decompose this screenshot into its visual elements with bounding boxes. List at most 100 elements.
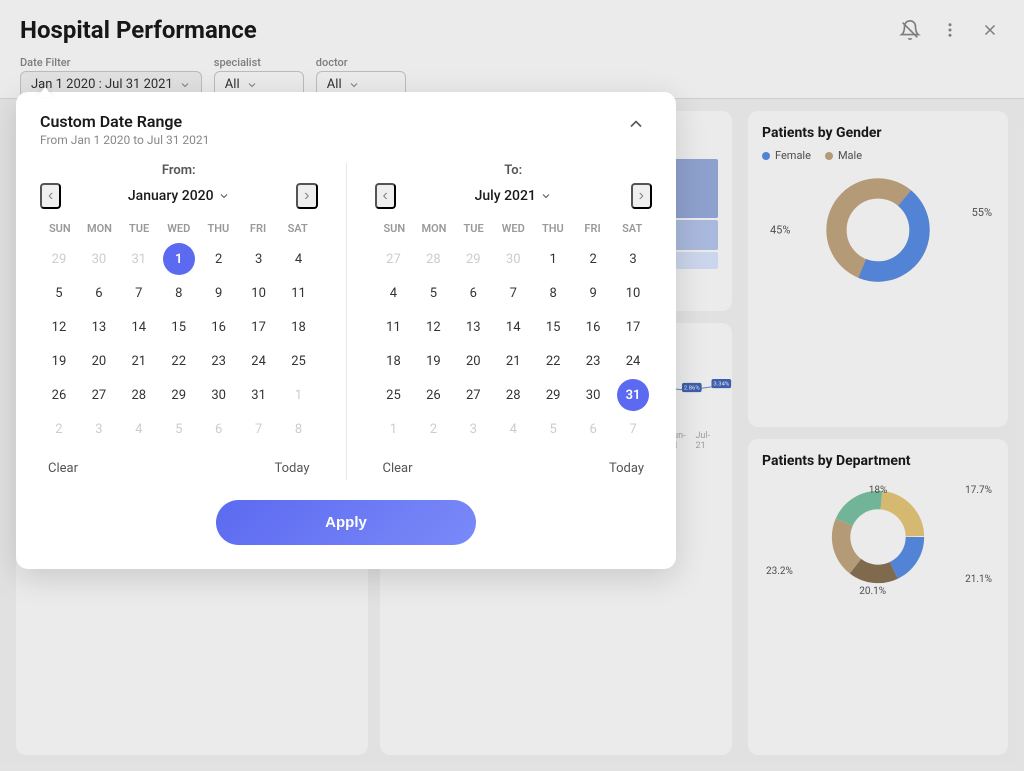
from-clear-button[interactable]: Clear [40,457,86,480]
to-day[interactable]: 6 [577,413,609,445]
from-next-button[interactable]: › [296,183,317,209]
from-day[interactable]: 30 [203,379,235,411]
from-day[interactable]: 7 [123,277,155,309]
from-day[interactable]: 16 [203,311,235,343]
from-day[interactable]: 6 [83,277,115,309]
from-day[interactable]: 11 [283,277,315,309]
to-day[interactable]: 22 [537,345,569,377]
date-picker-modal: Custom Date Range From Jan 1 2020 to Jul… [16,92,676,569]
from-today-button[interactable]: Today [266,457,317,480]
from-day[interactable]: 14 [123,311,155,343]
from-day[interactable]: 8 [163,277,195,309]
from-prev-button[interactable]: ‹ [40,183,61,209]
to-day[interactable]: 2 [577,243,609,275]
from-day[interactable]: 3 [243,243,275,275]
to-day[interactable]: 20 [457,345,489,377]
from-day[interactable]: 9 [203,277,235,309]
to-day[interactable]: 30 [577,379,609,411]
from-day[interactable]: 31 [243,379,275,411]
from-day[interactable]: 26 [43,379,75,411]
from-day[interactable]: 22 [163,345,195,377]
to-day[interactable]: 9 [577,277,609,309]
to-day[interactable]: 29 [537,379,569,411]
to-day[interactable]: 3 [457,413,489,445]
to-day[interactable]: 3 [617,243,649,275]
to-day[interactable]: 14 [497,311,529,343]
from-day[interactable]: 8 [283,413,315,445]
from-day[interactable]: 29 [43,243,75,275]
to-day[interactable]: 19 [417,345,449,377]
to-day[interactable]: 10 [617,277,649,309]
from-day[interactable]: 25 [283,345,315,377]
from-day[interactable]: 18 [283,311,315,343]
to-day[interactable]: 28 [417,243,449,275]
to-day[interactable]: 12 [417,311,449,343]
from-day[interactable]: 10 [243,277,275,309]
to-day[interactable]: 6 [457,277,489,309]
from-day[interactable]: 27 [83,379,115,411]
to-today-button[interactable]: Today [601,457,652,480]
apply-button[interactable]: Apply [216,500,476,545]
to-day[interactable]: 26 [417,379,449,411]
from-day[interactable]: 5 [43,277,75,309]
to-day[interactable]: 23 [577,345,609,377]
modal-title: Custom Date Range [40,112,209,131]
from-day[interactable]: 12 [43,311,75,343]
from-day[interactable]: 15 [163,311,195,343]
from-day[interactable]: 1 [283,379,315,411]
to-prev-button[interactable]: ‹ [375,183,396,209]
to-day[interactable]: 4 [377,277,409,309]
from-day[interactable]: 5 [163,413,195,445]
to-day[interactable]: 17 [617,311,649,343]
to-day[interactable]: 30 [497,243,529,275]
from-day[interactable]: 28 [123,379,155,411]
to-day[interactable]: 25 [377,379,409,411]
to-day[interactable]: 21 [497,345,529,377]
from-day[interactable]: 2 [203,243,235,275]
from-day[interactable]: 24 [243,345,275,377]
to-day[interactable]: 2 [417,413,449,445]
from-day-selected[interactable]: 1 [163,243,195,275]
from-day[interactable]: 3 [83,413,115,445]
to-day[interactable]: 1 [537,243,569,275]
from-day[interactable]: 23 [203,345,235,377]
to-next-button[interactable]: › [631,183,652,209]
to-day[interactable]: 7 [617,413,649,445]
from-day[interactable]: 6 [203,413,235,445]
to-day[interactable]: 7 [497,277,529,309]
to-day[interactable]: 11 [377,311,409,343]
to-day[interactable]: 27 [377,243,409,275]
to-day[interactable]: 5 [537,413,569,445]
to-day[interactable]: 28 [497,379,529,411]
from-day[interactable]: 19 [43,345,75,377]
from-month-title[interactable]: January 2020 [128,188,230,204]
from-day[interactable]: 4 [283,243,315,275]
from-day[interactable]: 31 [123,243,155,275]
from-calendar-footer: Clear Today [40,457,318,480]
from-day[interactable]: 7 [243,413,275,445]
to-day-selected[interactable]: 31 [617,379,649,411]
to-day[interactable]: 1 [377,413,409,445]
to-day[interactable]: 13 [457,311,489,343]
to-day[interactable]: 18 [377,345,409,377]
from-day[interactable]: 30 [83,243,115,275]
from-day[interactable]: 21 [123,345,155,377]
to-day[interactable]: 29 [457,243,489,275]
to-day[interactable]: 5 [417,277,449,309]
to-calendar-footer: Clear Today [375,457,653,480]
from-day[interactable]: 20 [83,345,115,377]
to-day[interactable]: 27 [457,379,489,411]
modal-collapse-button[interactable] [620,112,652,141]
to-day[interactable]: 24 [617,345,649,377]
to-day[interactable]: 4 [497,413,529,445]
from-day[interactable]: 2 [43,413,75,445]
to-month-title[interactable]: July 2021 [475,188,552,204]
to-day[interactable]: 16 [577,311,609,343]
to-day[interactable]: 8 [537,277,569,309]
to-clear-button[interactable]: Clear [375,457,421,480]
from-day[interactable]: 13 [83,311,115,343]
from-day[interactable]: 17 [243,311,275,343]
from-day[interactable]: 4 [123,413,155,445]
from-day[interactable]: 29 [163,379,195,411]
to-day[interactable]: 15 [537,311,569,343]
